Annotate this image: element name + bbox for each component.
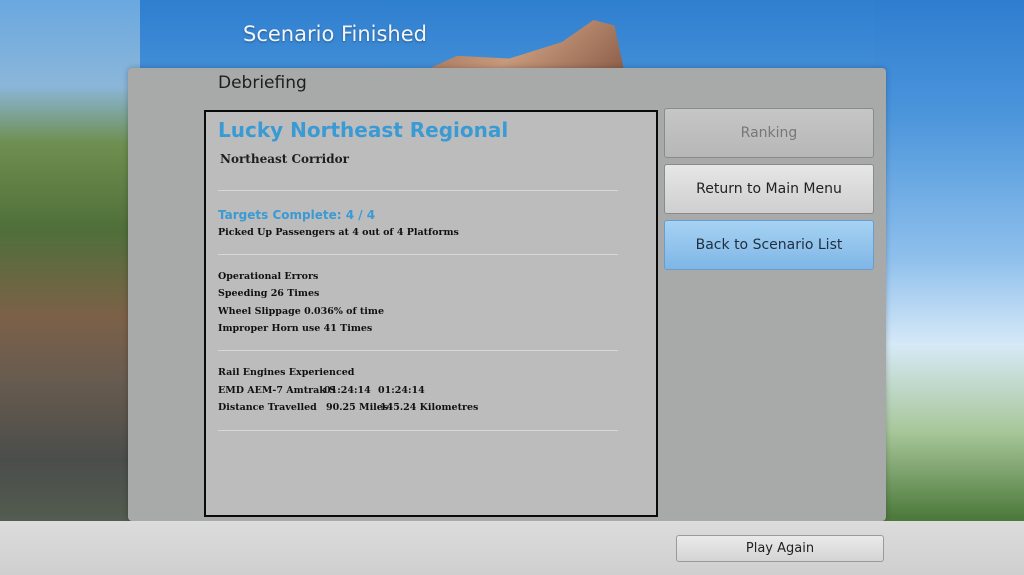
errors-heading: Operational Errors <box>218 271 319 282</box>
divider <box>218 430 618 431</box>
back-to-scenario-list-button[interactable]: Back to Scenario List <box>664 220 874 270</box>
targets-detail: Picked Up Passengers at 4 out of 4 Platf… <box>218 227 459 238</box>
debriefing-report: Lucky Northeast Regional Northeast Corri… <box>204 110 658 517</box>
panel-title: Debriefing <box>218 73 307 93</box>
error-item: Improper Horn use 41 Times <box>218 323 373 334</box>
distance-label: Distance Travelled <box>218 402 317 413</box>
distance-miles: 90.25 Miles <box>326 402 389 413</box>
screen-title: Scenario Finished <box>243 22 427 46</box>
engine-time-a: 01:24:14 <box>324 385 371 396</box>
scenario-name: Lucky Northeast Regional <box>218 118 509 142</box>
engines-heading: Rail Engines Experienced <box>218 367 355 378</box>
background-scenery-left <box>0 0 140 575</box>
play-again-button[interactable]: Play Again <box>676 535 884 562</box>
engine-time-b: 01:24:14 <box>378 385 425 396</box>
error-item: Wheel Slippage 0.036% of time <box>218 306 384 317</box>
divider <box>218 190 618 191</box>
background-mountain <box>415 20 625 75</box>
distance-km: 145.24 Kilometres <box>380 402 479 413</box>
targets-heading: Targets Complete: 4 / 4 <box>218 208 376 222</box>
background-scenery-right <box>874 0 1024 575</box>
ranking-button[interactable]: Ranking <box>664 108 874 158</box>
engine-name: EMD AEM-7 Amtrak S <box>218 385 337 396</box>
error-item: Speeding 26 Times <box>218 288 320 299</box>
divider <box>218 350 618 351</box>
return-main-menu-button[interactable]: Return to Main Menu <box>664 164 874 214</box>
divider <box>218 254 618 255</box>
route-name: Northeast Corridor <box>220 152 349 166</box>
